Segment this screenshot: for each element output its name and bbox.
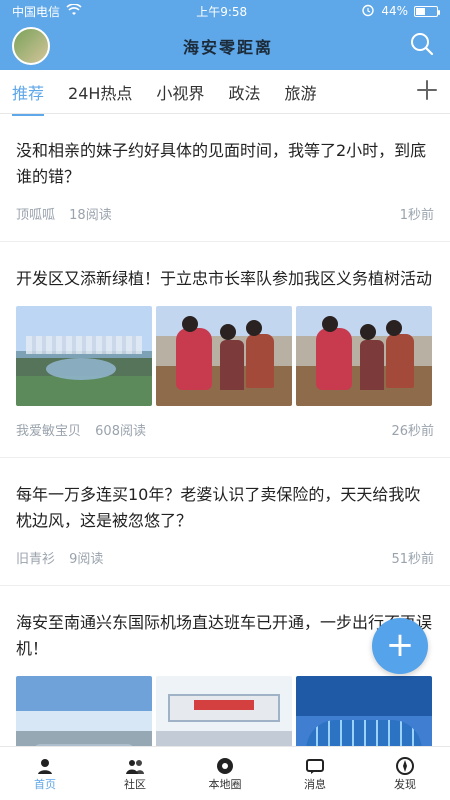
plus-icon bbox=[416, 78, 438, 108]
battery-icon bbox=[413, 5, 440, 17]
add-tab-button[interactable] bbox=[416, 78, 438, 108]
feed-meta: 我爱敏宝贝 608阅读 26秒前 bbox=[16, 420, 434, 439]
feed-image[interactable] bbox=[156, 306, 292, 406]
wifi-icon bbox=[66, 2, 82, 19]
search-icon bbox=[409, 31, 435, 61]
nav-label: 首页 bbox=[34, 777, 56, 791]
nav-label: 发现 bbox=[394, 777, 416, 791]
feed-author: 顶呱呱 bbox=[16, 208, 56, 223]
feed-title[interactable]: 海安至南通兴东国际机场直达班车已开通，一步出行不再误机！ bbox=[16, 610, 434, 662]
local-circle-icon bbox=[215, 756, 235, 776]
search-button[interactable] bbox=[406, 30, 438, 62]
feed-author: 我爱敏宝贝 bbox=[16, 424, 82, 439]
feed-author: 旧青衫 bbox=[16, 552, 56, 567]
feed-meta: 顶呱呱 18阅读 1秒前 bbox=[16, 204, 434, 223]
nav-discover[interactable]: 发现 bbox=[360, 756, 450, 792]
category-tabs: 推荐 24H热点 小视界 政法 旅游 bbox=[0, 70, 450, 116]
plus-icon: + bbox=[385, 625, 415, 665]
feed-title[interactable]: 每年一万多连买10年？老婆认识了卖保险的，天天给我吹枕边风，这是被忽悠了？ bbox=[16, 482, 434, 534]
feed-images bbox=[16, 306, 434, 406]
feed-reads: 608阅读 bbox=[95, 424, 146, 439]
alarm-icon bbox=[361, 3, 375, 20]
feed-reads: 18阅读 bbox=[69, 208, 112, 223]
feed-image[interactable] bbox=[16, 306, 152, 406]
feed-item[interactable]: 开发区又添新绿植！于立忠市长率队参加我区义务植树活动 我爱敏宝贝 608阅读 2… bbox=[0, 242, 450, 458]
nav-label: 本地圈 bbox=[208, 777, 242, 791]
avatar[interactable] bbox=[12, 27, 50, 65]
feed-reads: 9阅读 bbox=[69, 552, 104, 567]
tab-recommend[interactable]: 推荐 bbox=[12, 80, 45, 116]
nav-local-circle[interactable]: 本地圈 bbox=[180, 756, 270, 792]
community-icon bbox=[125, 756, 145, 776]
feed-item[interactable]: 每年一万多连买10年？老婆认识了卖保险的，天天给我吹枕边风，这是被忽悠了？ 旧青… bbox=[0, 458, 450, 586]
feed-title[interactable]: 开发区又添新绿植！于立忠市长率队参加我区义务植树活动 bbox=[16, 266, 434, 292]
status-time: 上午9:58 bbox=[196, 4, 248, 19]
feed-image[interactable] bbox=[296, 306, 432, 406]
app-bar: 海安零距离 bbox=[0, 22, 450, 70]
feed-meta: 旧青衫 9阅读 51秒前 bbox=[16, 548, 434, 567]
message-icon bbox=[305, 756, 325, 776]
discover-icon bbox=[395, 756, 415, 776]
tab-politics-law[interactable]: 政法 bbox=[228, 80, 260, 104]
carrier-text: 中国电信 bbox=[12, 4, 61, 19]
bottom-navigation: 首页 社区 本地圈 消息 发现 bbox=[0, 746, 450, 800]
app-title: 海安零距离 bbox=[182, 38, 273, 57]
feed-item[interactable]: 没和相亲的妹子约好具体的见面时间，我等了2小时，到底谁的错？ 顶呱呱 18阅读 … bbox=[0, 114, 450, 242]
battery-percent: 44% bbox=[381, 4, 408, 18]
compose-fab[interactable]: + bbox=[372, 618, 428, 674]
feed-image[interactable] bbox=[156, 676, 292, 746]
feed-image[interactable] bbox=[296, 676, 432, 746]
tab-small-vision[interactable]: 小视界 bbox=[156, 80, 204, 104]
top-bar: 中国电信 上午9:58 44% 海安零距离 bbox=[0, 0, 450, 70]
feed-title[interactable]: 没和相亲的妹子约好具体的见面时间，我等了2小时，到底谁的错？ bbox=[16, 138, 434, 190]
feed-images bbox=[16, 676, 434, 746]
feed-time: 26秒前 bbox=[391, 424, 434, 439]
status-bar: 中国电信 上午9:58 44% bbox=[0, 0, 450, 22]
tab-travel[interactable]: 旅游 bbox=[284, 80, 316, 104]
home-icon bbox=[35, 756, 55, 776]
tab-24h-hot[interactable]: 24H热点 bbox=[68, 80, 132, 104]
nav-home[interactable]: 首页 bbox=[0, 756, 90, 792]
nav-label: 消息 bbox=[304, 777, 326, 791]
feed-time: 1秒前 bbox=[399, 208, 434, 223]
nav-community[interactable]: 社区 bbox=[90, 756, 180, 792]
nav-messages[interactable]: 消息 bbox=[270, 756, 360, 792]
feed-image[interactable] bbox=[16, 676, 152, 746]
nav-label: 社区 bbox=[124, 777, 146, 791]
feed-time: 51秒前 bbox=[391, 552, 434, 567]
